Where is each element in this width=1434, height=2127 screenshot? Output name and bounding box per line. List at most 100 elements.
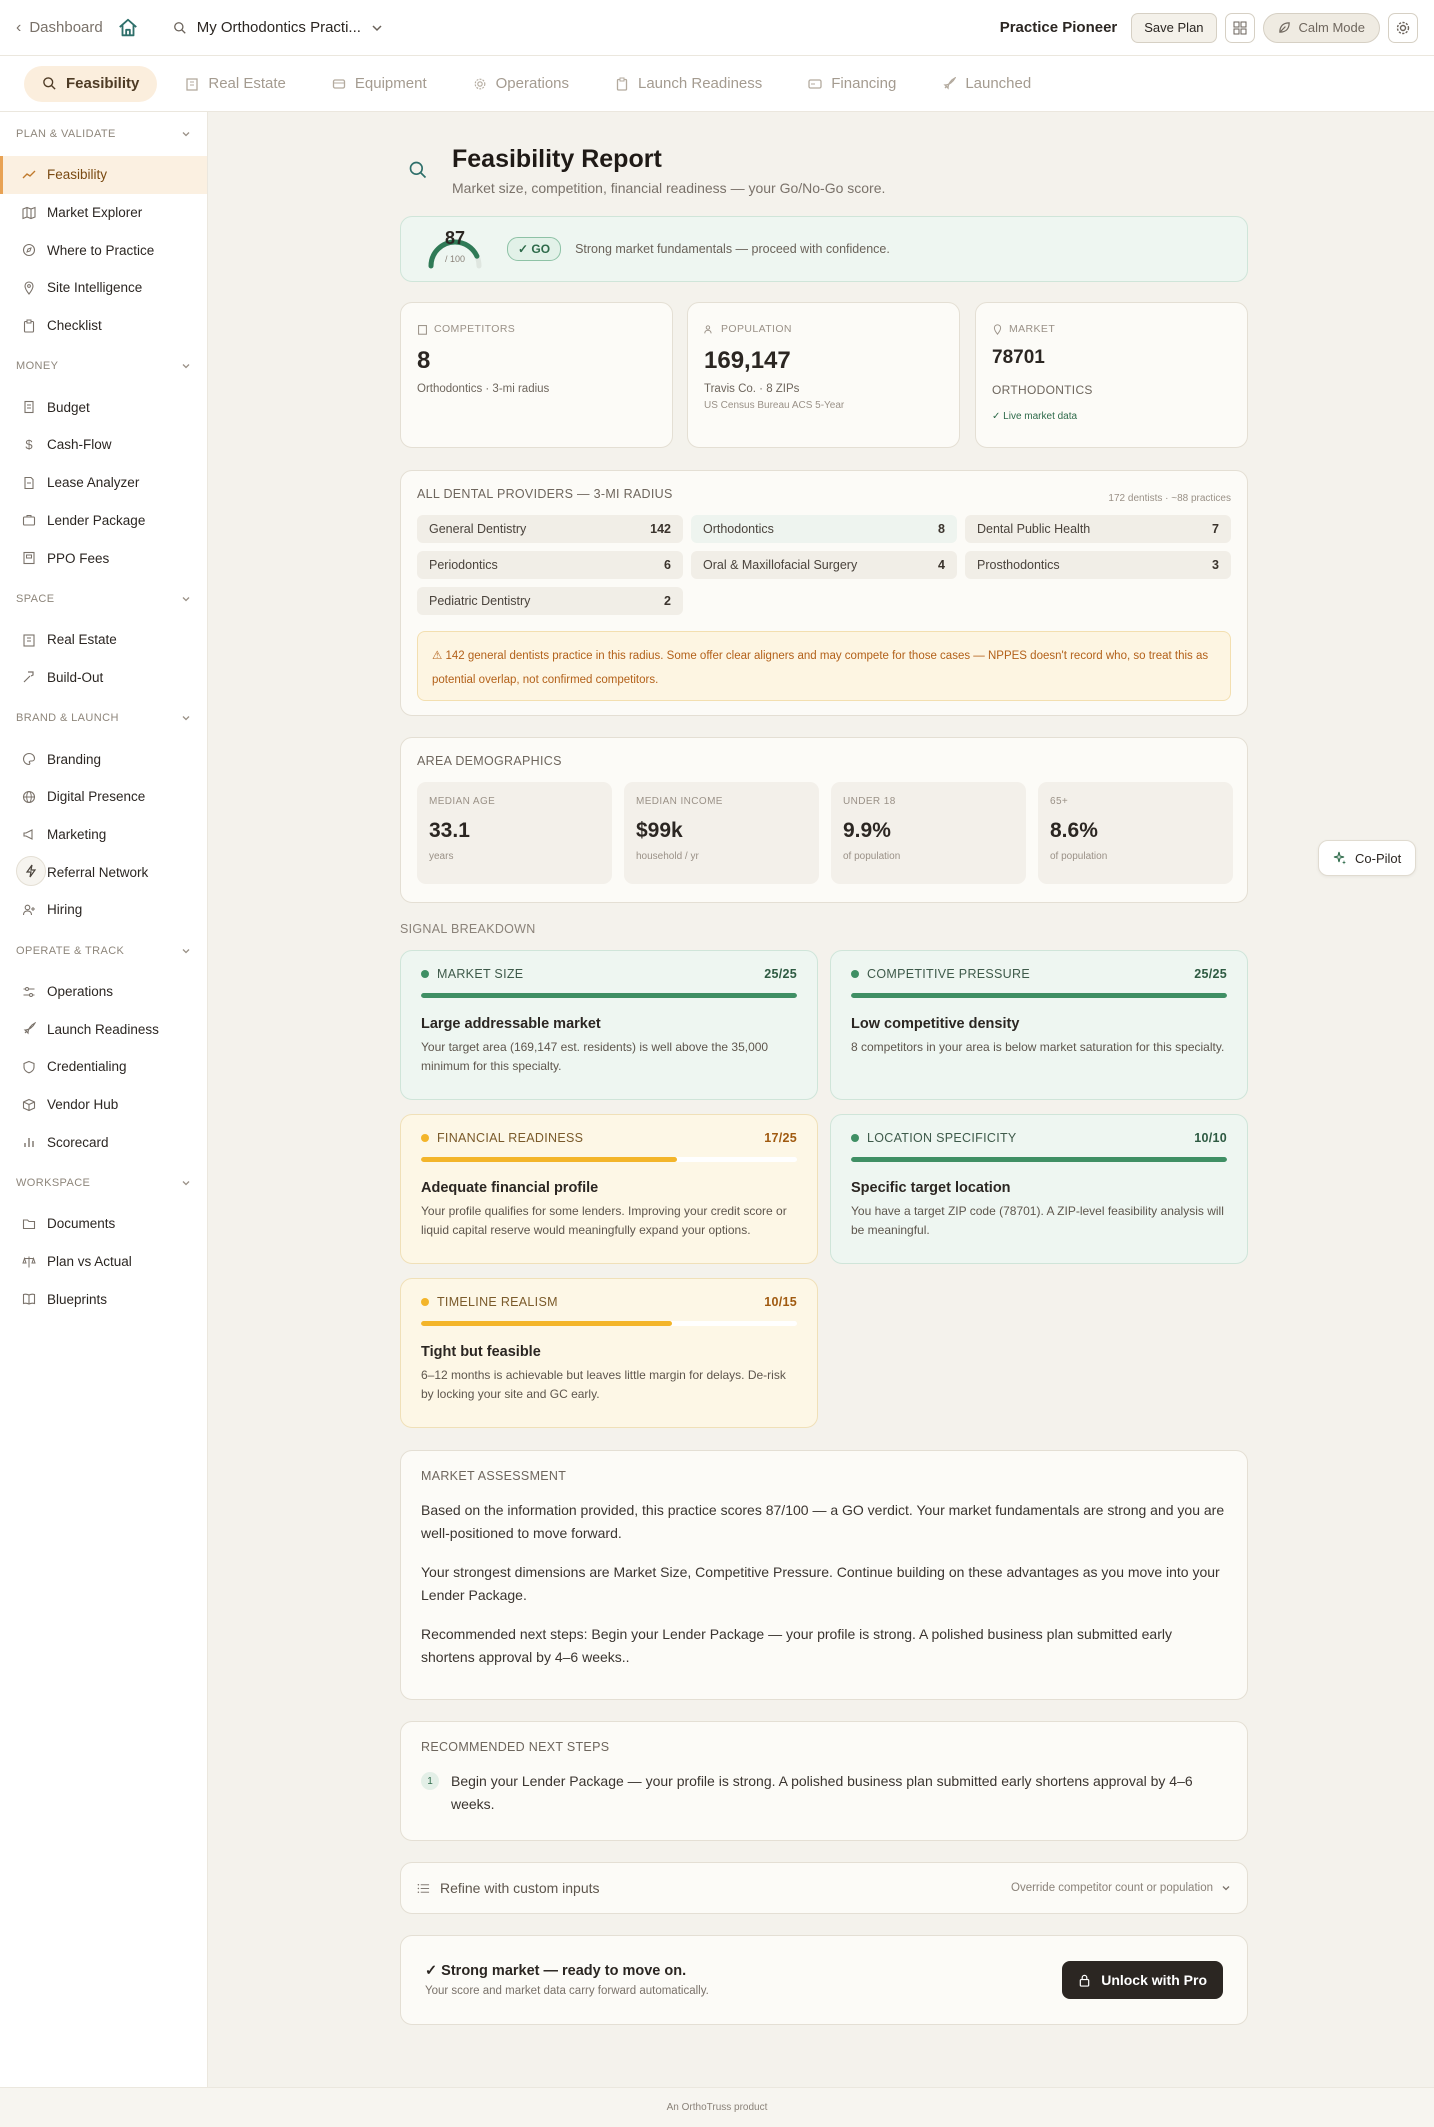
upgrade-cta-card: ✓ Strong market — ready to move on. Your… (400, 1935, 1248, 2025)
sidebar-section-toggle[interactable]: WORKSPACE (0, 1161, 207, 1205)
demo-label: 65+ (1050, 796, 1069, 807)
sidebar-section-space: SPACE Real Estate Build-Out (0, 577, 207, 696)
signal-text: You have a target ZIP code (78701). A ZI… (851, 1204, 1224, 1237)
signal-headline: Adequate financial profile (421, 1180, 599, 1196)
tab-label: Feasibility (66, 75, 140, 92)
sidebar-item-label: Site Intelligence (47, 280, 143, 296)
signal-progress-bar (421, 993, 797, 998)
sidebar-item-documents[interactable]: Documents (0, 1205, 207, 1243)
sidebar-section-toggle[interactable]: SPACE (0, 577, 207, 621)
sidebar-item-cash-flow[interactable]: $ Cash-Flow (0, 426, 207, 464)
status-dot (421, 1298, 429, 1306)
cta-title: ✓ Strong market — ready to move on. (425, 1963, 687, 1979)
provider-chip: Pediatric Dentistry 2 (417, 587, 683, 615)
signal-progress-bar (421, 1321, 797, 1326)
tab-operations[interactable]: Operations (455, 66, 587, 102)
next-steps-title: RECOMMENDED NEXT STEPS (421, 1740, 610, 1754)
users-icon (704, 324, 712, 333)
back-to-dashboard-link[interactable]: ‹ Dashboard (16, 19, 103, 37)
cta-subtitle: Your score and market data carry forward… (425, 1985, 709, 1997)
tab-label: Equipment (354, 75, 427, 92)
sidebar-item-label: Cash-Flow (47, 437, 112, 453)
sidebar-section-toggle[interactable]: PLAN & VALIDATE (0, 112, 207, 156)
sidebar-item-label: Operations (47, 984, 114, 1000)
tab-label: Launch Readiness (638, 75, 763, 92)
unlock-pro-button[interactable]: Unlock with Pro (1062, 1961, 1223, 1999)
sidebar-item-market-explorer[interactable]: Market Explorer (0, 194, 207, 232)
tab-financing[interactable]: Financing (790, 66, 914, 102)
sidebar-item-real-estate[interactable]: Real Estate (0, 621, 207, 659)
leaf-icon (1278, 22, 1290, 33)
refine-inputs-toggle[interactable]: Refine with custom inputs Override compe… (400, 1862, 1248, 1914)
sidebar-section-toggle[interactable]: BRAND & LAUNCH (0, 696, 207, 740)
progress-fill (851, 993, 1227, 998)
section-title: WORKSPACE (16, 1177, 91, 1190)
sidebar-item-build-out[interactable]: Build-Out (0, 659, 207, 697)
home-icon[interactable] (117, 17, 139, 39)
signal-text: 6–12 months is achievable but leaves lit… (421, 1368, 786, 1401)
sidebar-section-toggle[interactable]: MONEY (0, 344, 207, 388)
progress-fill (421, 993, 797, 998)
assessment-paragraph: Recommended next steps: Begin your Lende… (421, 1626, 1172, 1665)
sidebar-item-marketing[interactable]: Marketing (0, 816, 207, 854)
sidebar-item-vendor-hub[interactable]: Vendor Hub (0, 1086, 207, 1124)
tab-label: Financing (831, 75, 897, 92)
sidebar-item-label: Scorecard (47, 1134, 109, 1150)
copilot-button[interactable]: Co-Pilot (1318, 840, 1416, 876)
trend-icon (22, 170, 36, 179)
sidebar: PLAN & VALIDATE Feasibility Market Explo… (0, 112, 208, 2087)
hammer-icon (23, 671, 34, 683)
sidebar-item-checklist[interactable]: Checklist (0, 307, 207, 345)
card-icon (808, 78, 822, 89)
tab-real-estate[interactable]: Real Estate (167, 66, 304, 102)
grid-view-button[interactable] (1224, 12, 1255, 43)
sidebar-item-where-to-practice[interactable]: Where to Practice (0, 231, 207, 269)
competitors-card: COMPETITORS 8 Orthodontics · 3-mi radius (400, 302, 673, 448)
sidebar-item-label: Real Estate (47, 632, 117, 648)
sidebar-item-scorecard[interactable]: Scorecard (0, 1123, 207, 1161)
status-dot (851, 1134, 859, 1142)
sidebar-item-label: Digital Presence (47, 789, 146, 805)
tab-launch-readiness[interactable]: Launch Readiness (597, 66, 780, 102)
sidebar-item-site-intelligence[interactable]: Site Intelligence (0, 269, 207, 307)
sidebar-section-plan-validate: PLAN & VALIDATE Feasibility Market Explo… (0, 112, 207, 344)
project-selector[interactable]: My Orthodontics Practi... (173, 19, 383, 36)
settings-button[interactable] (1388, 12, 1418, 43)
sidebar-item-launch-readiness[interactable]: Launch Readiness (0, 1010, 207, 1048)
provider-chip: Oral & Maxillofacial Surgery 4 (691, 551, 957, 579)
tab-equipment[interactable]: Equipment (314, 66, 445, 102)
sidebar-item-feasibility[interactable]: Feasibility (0, 156, 207, 194)
demographic-cell: MEDIAN INCOME $99k household / yr (624, 782, 819, 884)
sidebar-item-lender-package[interactable]: Lender Package (0, 502, 207, 540)
sidebar-section-toggle[interactable]: OPERATE & TRACK (0, 929, 207, 973)
demo-label: MEDIAN INCOME (636, 796, 723, 807)
sidebar-item-lease-analyzer[interactable]: Lease Analyzer (0, 464, 207, 502)
sidebar-item-branding[interactable]: Branding (0, 740, 207, 778)
market-label: MARKET (1009, 323, 1056, 335)
sidebar-item-label: Plan vs Actual (47, 1254, 132, 1270)
tab-feasibility[interactable]: Feasibility (24, 65, 158, 102)
assessment-title: MARKET ASSESSMENT (421, 1469, 567, 1483)
sidebar-item-ppo-fees[interactable]: PPO Fees (0, 539, 207, 577)
sidebar-item-budget[interactable]: Budget (0, 388, 207, 426)
overlap-warning: ⚠ 142 general dentists practice in this … (417, 631, 1231, 701)
progress-fill (421, 1321, 672, 1326)
signal-progress-bar (421, 1157, 797, 1162)
competitors-sub: Orthodontics · 3-mi radius (417, 383, 550, 395)
save-plan-button[interactable]: Save Plan (1131, 12, 1217, 43)
step-number: 1 (421, 1772, 439, 1790)
sidebar-item-operations[interactable]: Operations (0, 973, 207, 1011)
quick-action-button[interactable] (16, 856, 46, 886)
sidebar-item-hiring[interactable]: Hiring (0, 891, 207, 929)
sidebar-item-digital-presence[interactable]: Digital Presence (0, 778, 207, 816)
calm-mode-toggle[interactable]: Calm Mode (1262, 12, 1380, 43)
signal-breakdown-title: SIGNAL BREAKDOWN (400, 922, 536, 936)
sidebar-item-blueprints[interactable]: Blueprints (0, 1281, 207, 1319)
sidebar-item-label: PPO Fees (47, 550, 110, 566)
pin-icon (993, 323, 1002, 335)
page-subtitle: Market size, competition, financial read… (452, 179, 886, 196)
sidebar-item-credentialing[interactable]: Credentialing (0, 1048, 207, 1086)
sidebar-section-money: MONEY Budget $ Cash-Flow Lease Analyzer L… (0, 344, 207, 576)
sidebar-item-plan-vs-actual[interactable]: Plan vs Actual (0, 1243, 207, 1281)
tab-launched[interactable]: Launched (924, 66, 1049, 102)
